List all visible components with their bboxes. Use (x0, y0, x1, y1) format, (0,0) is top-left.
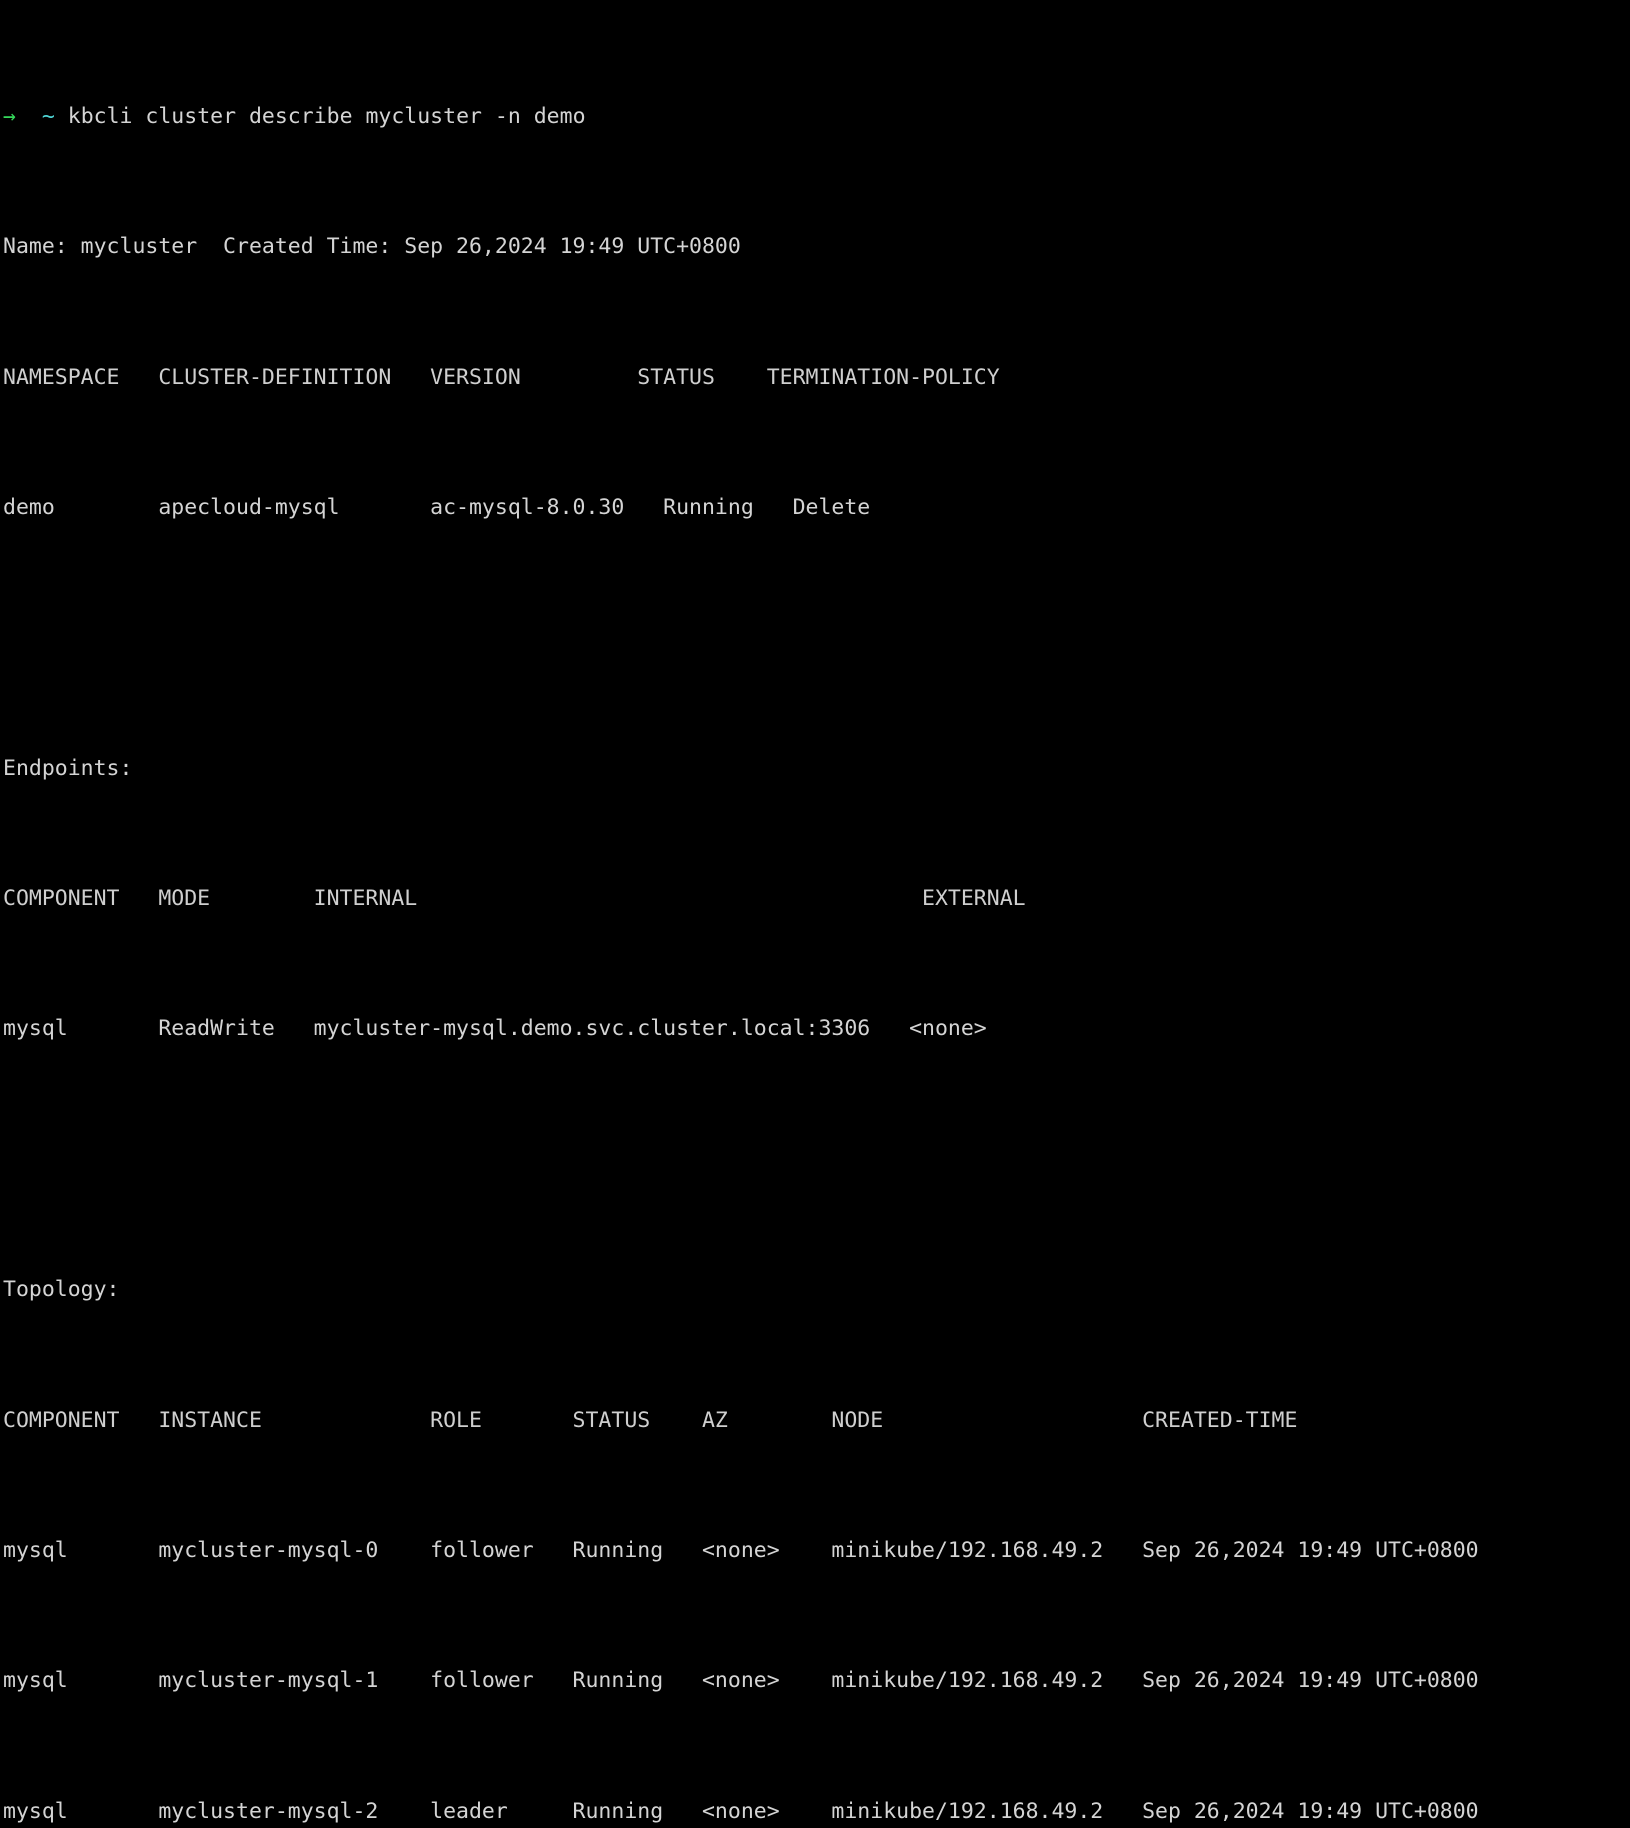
topology-table-header: COMPONENT INSTANCE ROLE STATUS AZ NODE C… (3, 1407, 1298, 1433)
table-row: mysql mycluster-mysql-0 follower Running… (3, 1537, 1479, 1563)
cluster-table-header: NAMESPACE CLUSTER-DEFINITION VERSION STA… (3, 364, 1000, 390)
endpoints-section-title: Endpoints: (3, 755, 133, 781)
endpoints-table-header: COMPONENT MODE INTERNAL EXTERNAL (3, 886, 1026, 912)
table-row: mysql mycluster-mysql-2 leader Running <… (3, 1798, 1479, 1824)
cluster-table-row: demo apecloud-mysql ac-mysql-8.0.30 Runn… (3, 494, 871, 520)
prompt-path: ~ (41, 103, 55, 129)
prompt-gap (55, 104, 68, 129)
endpoints-table-row: mysql ReadWrite mycluster-mysql.demo.svc… (3, 1016, 987, 1042)
prompt-line: → ~ kbcli cluster describe mycluster -n … (0, 101, 1630, 134)
table-row: mysql mycluster-mysql-1 follower Running… (3, 1668, 1479, 1694)
terminal-window[interactable]: → ~ kbcli cluster describe mycluster -n … (0, 0, 1630, 1824)
prompt-spacer (16, 104, 42, 129)
prompt-arrow-icon: → (3, 103, 16, 129)
topology-section-title: Topology: (3, 1277, 120, 1303)
cluster-summary-line: Name: mycluster Created Time: Sep 26,202… (3, 234, 741, 260)
prompt-command[interactable]: kbcli cluster describe mycluster -n demo (68, 104, 586, 129)
